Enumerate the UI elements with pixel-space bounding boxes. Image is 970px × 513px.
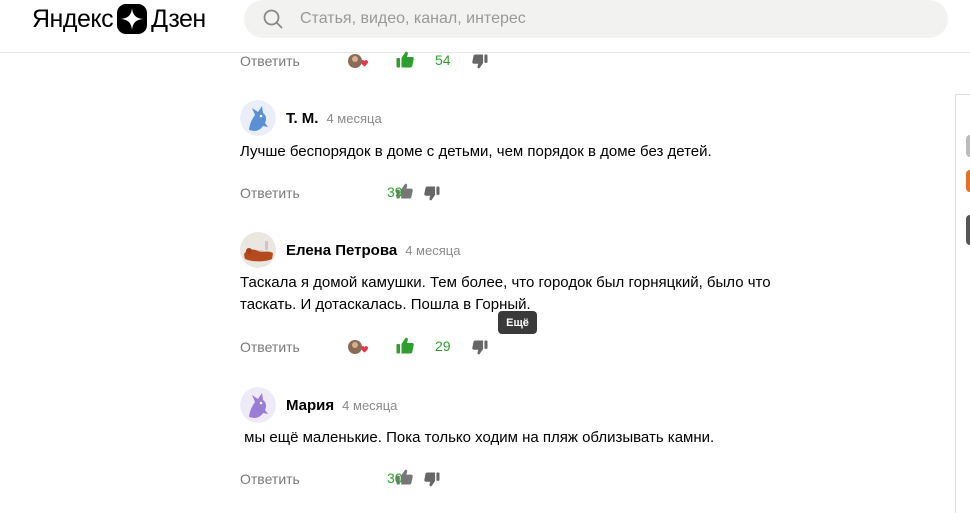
- comment-author[interactable]: Т. М.: [286, 110, 318, 127]
- comment-time: 4 месяца: [326, 110, 382, 126]
- thumbs-up-icon: [396, 51, 414, 68]
- zen-star-icon: [117, 4, 148, 34]
- comment-text: мы ещё маленькие. Пока только ходим на п…: [240, 429, 715, 446]
- avatar[interactable]: [240, 387, 276, 423]
- comment-author[interactable]: Мария: [286, 397, 334, 414]
- comment-author[interactable]: Елена Петрова: [286, 242, 397, 259]
- like-count: 30: [387, 470, 403, 486]
- thumbs-up-icon: [396, 337, 414, 354]
- reply-button[interactable]: Ответить: [240, 339, 300, 355]
- comment-text: Лучше беспорядок в доме с детьми, чем по…: [240, 143, 712, 160]
- like-count: 39: [387, 184, 403, 200]
- reply-button[interactable]: Ответить: [240, 471, 300, 487]
- thumbs-down-icon: [472, 54, 488, 69]
- search-input[interactable]: [300, 0, 900, 38]
- comment-text: Таскала я домой камушки. Тем более, что …: [240, 274, 771, 313]
- comment-header: Т. М. 4 месяца: [240, 100, 382, 136]
- like-count: 29: [435, 338, 451, 354]
- thumbs-down-icon: [424, 472, 440, 487]
- dislike-button[interactable]: [424, 472, 440, 492]
- logo-text-yandex: Яндекс: [32, 4, 114, 33]
- logo-text-zen: Дзен: [151, 4, 206, 33]
- search-bar[interactable]: [244, 0, 948, 38]
- liked-by-avatars[interactable]: [348, 339, 370, 355]
- thumbs-down-icon: [472, 340, 488, 355]
- side-thumbnail: [966, 135, 970, 157]
- liked-by-avatars[interactable]: [348, 53, 370, 69]
- like-count: 54: [435, 52, 451, 68]
- search-icon: [263, 9, 283, 34]
- like-button[interactable]: [396, 51, 414, 73]
- comment-actions-top: Ответить 54: [240, 49, 500, 73]
- comment-time: 4 месяца: [342, 397, 398, 413]
- reply-button[interactable]: Ответить: [240, 185, 300, 201]
- side-thumbnail: [966, 170, 970, 192]
- comment-actions: Ответить 30: [240, 467, 500, 491]
- yandex-zen-logo[interactable]: Яндекс Дзен: [32, 3, 206, 35]
- avatar[interactable]: [240, 232, 276, 268]
- dislike-button[interactable]: [472, 340, 488, 360]
- side-thumbnail: [966, 215, 970, 245]
- thumbs-down-icon: [424, 186, 440, 201]
- comment-actions: Ответить 29: [240, 335, 500, 359]
- comment-actions: Ответить 39: [240, 181, 500, 205]
- side-panel-edge: [955, 94, 970, 513]
- top-header: Яндекс Дзен: [0, 0, 970, 53]
- comment-header: Мария 4 месяца: [240, 387, 397, 423]
- comment-time: 4 месяца: [405, 242, 461, 258]
- avatar[interactable]: [240, 100, 276, 136]
- comment-header: Елена Петрова 4 месяца: [240, 232, 460, 268]
- dislike-button[interactable]: [472, 54, 488, 74]
- reply-button[interactable]: Ответить: [240, 53, 300, 69]
- more-tooltip: Ещё: [498, 311, 537, 334]
- like-button[interactable]: [396, 337, 414, 359]
- dislike-button[interactable]: [424, 186, 440, 206]
